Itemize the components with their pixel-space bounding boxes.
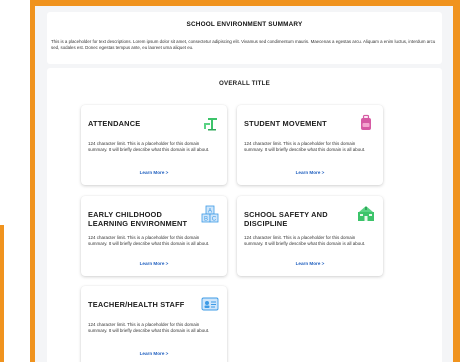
left-margin — [0, 0, 30, 362]
card-description: 124 character limit. This is a placehold… — [244, 235, 366, 246]
summary-panel: SCHOOL ENVIRONMENT SUMMARY This is a pla… — [47, 12, 442, 64]
card-student-movement: STUDENT MOVEMENT 124 character limit. Th… — [237, 105, 383, 185]
desk-chair-icon — [204, 118, 217, 131]
card-title: SCHOOL SAFETY AND DISCIPLINE — [244, 210, 328, 228]
card-title: TEACHER/HEALTH STAFF — [88, 300, 185, 309]
card-description: 124 character limit. This is a placehold… — [88, 141, 210, 152]
card-description: 124 character limit. This is a placehold… — [88, 322, 210, 333]
learn-more-link[interactable]: Learn More > — [237, 261, 383, 266]
overall-panel: OVERALL TITLE ATTENDANCE 124 character l… — [47, 68, 442, 362]
abc-blocks-icon: A B C — [201, 205, 219, 223]
card-school-safety: SCHOOL SAFETY AND DISCIPLINE 124 charact… — [237, 196, 383, 276]
card-title: STUDENT MOVEMENT — [244, 119, 327, 128]
card-teacher-health-staff: TEACHER/HEALTH STAFF 124 character limit… — [81, 286, 227, 362]
learn-more-link[interactable]: Learn More > — [81, 261, 227, 266]
school-building-icon — [358, 206, 374, 221]
id-badge-icon — [201, 297, 219, 311]
summary-text: This is a placeholder for text descripti… — [51, 39, 436, 50]
card-title: EARLY CHILDHOOD LEARNING ENVIRONMENT — [88, 210, 188, 228]
svg-text:C: C — [212, 217, 217, 223]
learn-more-link[interactable]: Learn More > — [81, 170, 227, 175]
card-title: ATTENDANCE — [88, 119, 141, 128]
svg-text:B: B — [204, 217, 208, 223]
card-attendance: ATTENDANCE 124 character limit. This is … — [81, 105, 227, 185]
frame-accent-left — [0, 225, 4, 362]
overall-title: OVERALL TITLE — [219, 80, 270, 87]
card-description: 124 character limit. This is a placehold… — [88, 235, 210, 246]
card-description: 124 character limit. This is a placehold… — [244, 141, 366, 152]
card-early-childhood: EARLY CHILDHOOD LEARNING ENVIRONMENT A B… — [81, 196, 227, 276]
learn-more-link[interactable]: Learn More > — [81, 351, 227, 356]
page-canvas: SCHOOL ENVIRONMENT SUMMARY This is a pla… — [35, 6, 453, 362]
backpack-icon — [361, 114, 371, 130]
learn-more-link[interactable]: Learn More > — [237, 170, 383, 175]
summary-title: SCHOOL ENVIRONMENT SUMMARY — [186, 21, 303, 28]
frame-accent-right — [453, 0, 460, 362]
